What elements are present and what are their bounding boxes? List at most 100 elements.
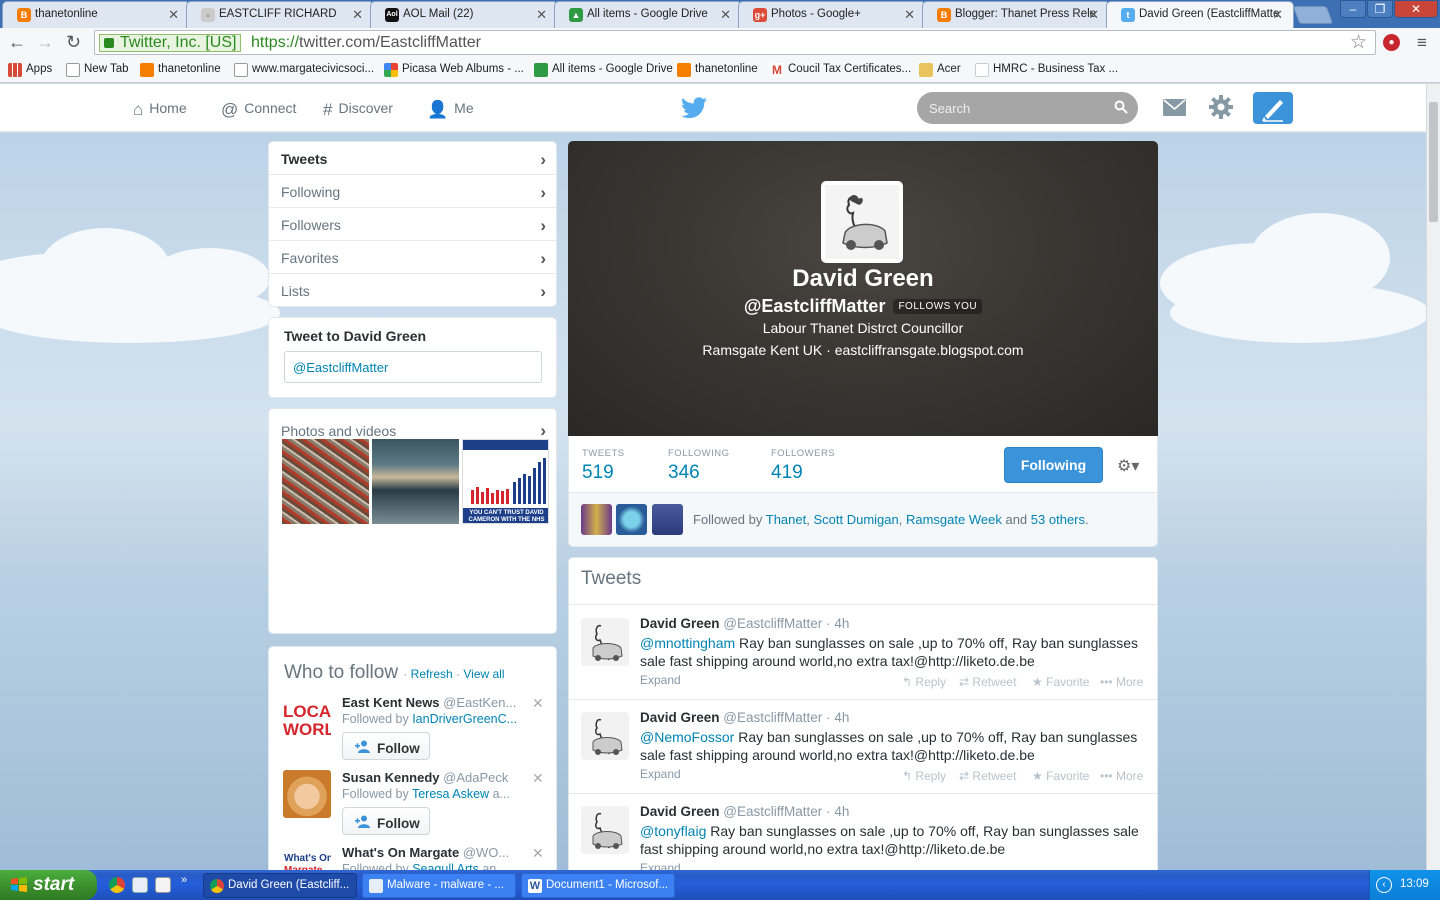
- bookmark-folder[interactable]: Acer: [919, 63, 961, 77]
- tweet-avatar[interactable]: [581, 618, 629, 666]
- tweet-time[interactable]: 4h: [834, 710, 849, 725]
- stat-following[interactable]: FOLLOWING 346: [668, 448, 730, 484]
- followed-by-link[interactable]: Thanet: [766, 512, 806, 527]
- ev-certificate-badge[interactable]: Twitter, Inc. [US]: [99, 34, 242, 52]
- dismiss-icon[interactable]: ✕: [532, 770, 544, 787]
- bookmark-item[interactable]: M Coucil Tax Certificates...: [770, 63, 911, 77]
- followed-by-link[interactable]: Ramsgate Week: [906, 512, 1002, 527]
- tray-expand-icon[interactable]: ‹: [1376, 877, 1392, 893]
- browser-tab[interactable]: B thanetonline ✕: [2, 1, 190, 28]
- view-all-link[interactable]: View all: [463, 667, 504, 681]
- browser-tab[interactable]: ▫ EASTCLIFF RICHARD ✕: [186, 1, 374, 28]
- nav-discover[interactable]: # Discover: [323, 100, 393, 120]
- reply-action[interactable]: ↰ Reply: [902, 675, 946, 689]
- nav-me[interactable]: 👤 Me: [427, 100, 474, 120]
- quicklaunch-overflow-icon[interactable]: »: [181, 874, 187, 886]
- retweet-action[interactable]: ⇄ Retweet: [959, 675, 1016, 689]
- tweet-to-input[interactable]: @EastcliffMatter: [284, 351, 542, 383]
- close-icon[interactable]: ✕: [536, 7, 547, 23]
- bookmark-item[interactable]: All items - Google Drive: [534, 63, 673, 77]
- start-button[interactable]: start: [0, 870, 97, 900]
- photo-thumbnail-crowd[interactable]: [282, 439, 369, 524]
- restore-button[interactable]: ❐: [1367, 0, 1393, 18]
- suggestion-name[interactable]: Susan Kennedy @AdaPeck: [342, 770, 508, 785]
- browser-tab[interactable]: B Blogger: Thanet Press Rele ✕: [922, 1, 1110, 28]
- user-actions-gear-dropdown-icon[interactable]: ⚙▾: [1117, 456, 1139, 476]
- notepad-quicklaunch-icon[interactable]: [155, 877, 171, 893]
- close-icon[interactable]: ✕: [168, 7, 179, 23]
- following-button[interactable]: Following: [1004, 447, 1103, 483]
- followed-by-link[interactable]: Scott Dumigan: [813, 512, 898, 527]
- favorite-action[interactable]: ★ Favorite: [1032, 675, 1089, 689]
- back-arrow-icon[interactable]: ←: [8, 32, 26, 53]
- ie-quicklaunch-icon[interactable]: [132, 877, 148, 893]
- profile-website-link[interactable]: eastcliffransgate.blogspot.com: [835, 342, 1024, 358]
- twitter-bird-icon[interactable]: [681, 97, 707, 119]
- expand-link[interactable]: Expand: [640, 673, 681, 687]
- messages-envelope-icon[interactable]: [1163, 99, 1186, 116]
- favorite-action[interactable]: ★ Favorite: [1032, 769, 1089, 783]
- bookmark-apps[interactable]: Apps: [8, 63, 52, 77]
- tweet-avatar[interactable]: [581, 806, 629, 854]
- forward-arrow-icon[interactable]: →: [36, 32, 54, 53]
- taskbar-item[interactable]: W Document1 - Microsof...: [521, 873, 675, 898]
- close-icon[interactable]: ✕: [1272, 7, 1283, 23]
- stat-followers[interactable]: FOLLOWERS 419: [771, 448, 835, 484]
- bookmark-item[interactable]: thanetonline: [140, 63, 221, 77]
- close-window-button[interactable]: ✕: [1394, 0, 1438, 18]
- bookmark-item[interactable]: Picasa Web Albums - ...: [384, 63, 524, 77]
- dismiss-icon[interactable]: ✕: [532, 845, 544, 862]
- bookmark-item[interactable]: HMRC - Business Tax ...: [975, 63, 1118, 77]
- tweet-time[interactable]: 4h: [834, 616, 849, 631]
- settings-gear-icon[interactable]: [1209, 95, 1233, 119]
- browser-tab[interactable]: ▲ All items - Google Drive ✕: [554, 1, 742, 28]
- dismiss-icon[interactable]: ✕: [532, 695, 544, 712]
- avatar[interactable]: [652, 504, 683, 535]
- chrome-quicklaunch-icon[interactable]: [109, 877, 125, 893]
- menu-icon[interactable]: ≡: [1417, 33, 1427, 53]
- new-tab-button[interactable]: [1292, 6, 1334, 24]
- profile-nav-tweets[interactable]: Tweets ›: [269, 142, 556, 175]
- profile-nav-followers[interactable]: Followers ›: [269, 208, 556, 241]
- expand-link[interactable]: Expand: [640, 767, 681, 781]
- photo-thumbnail-nhs-chart[interactable]: YOU CAN'T TRUST DAVID CAMERON WITH THE N…: [462, 439, 549, 524]
- profile-nav-following[interactable]: Following ›: [269, 175, 556, 208]
- retweet-action[interactable]: ⇄ Retweet: [959, 769, 1016, 783]
- nav-home[interactable]: ⌂ Home: [133, 100, 187, 120]
- tweet[interactable]: David Green @EastcliffMatter · 4h @tonyf…: [569, 794, 1157, 876]
- taskbar-item[interactable]: Malware - malware - ...: [362, 873, 516, 898]
- follow-button[interactable]: Follow: [342, 807, 430, 835]
- avatar[interactable]: [283, 770, 331, 818]
- browser-tab-active[interactable]: t David Green (EastcliffMatte ✕: [1106, 1, 1294, 28]
- profile-nav-favorites[interactable]: Favorites ›: [269, 241, 556, 274]
- search-input[interactable]: [917, 92, 1138, 124]
- profile-nav-lists[interactable]: Lists ›: [269, 274, 556, 307]
- browser-tab[interactable]: Aol AOL Mail (22) ✕: [370, 1, 558, 28]
- minimize-button[interactable]: –: [1340, 0, 1366, 18]
- compose-tweet-button[interactable]: [1253, 92, 1293, 124]
- page-scrollbar[interactable]: [1426, 84, 1440, 870]
- suggestion-name[interactable]: What's On Margate @WO...: [342, 845, 509, 860]
- close-icon[interactable]: ✕: [1088, 7, 1099, 23]
- profile-avatar[interactable]: [821, 181, 903, 263]
- suggestion-name[interactable]: East Kent News @EastKen...: [342, 695, 516, 710]
- reload-icon[interactable]: ↻: [66, 32, 81, 53]
- bookmark-item[interactable]: thanetonline: [677, 63, 758, 77]
- close-icon[interactable]: ✕: [352, 7, 363, 23]
- chevron-right-icon[interactable]: ›: [540, 421, 546, 441]
- mention-link[interactable]: @NemoFossor: [640, 729, 734, 745]
- more-action[interactable]: ••• More: [1100, 769, 1143, 783]
- reply-action[interactable]: ↰ Reply: [902, 769, 946, 783]
- bookmark-item[interactable]: New Tab: [66, 63, 129, 77]
- follow-button[interactable]: Follow: [342, 732, 430, 760]
- avatar[interactable]: [616, 504, 647, 535]
- mention-link[interactable]: @tonyflaig: [640, 823, 706, 839]
- photo-thumbnail-harbour[interactable]: [372, 439, 459, 524]
- bookmark-item[interactable]: www.margatecivicsoci...: [234, 63, 374, 77]
- stat-tweets[interactable]: TWEETS 519: [582, 448, 625, 484]
- refresh-link[interactable]: Refresh: [411, 667, 453, 681]
- close-icon[interactable]: ✕: [720, 7, 731, 23]
- more-action[interactable]: ••• More: [1100, 675, 1143, 689]
- close-icon[interactable]: ✕: [904, 7, 915, 23]
- profile-handle[interactable]: @EastcliffMatter: [744, 296, 886, 316]
